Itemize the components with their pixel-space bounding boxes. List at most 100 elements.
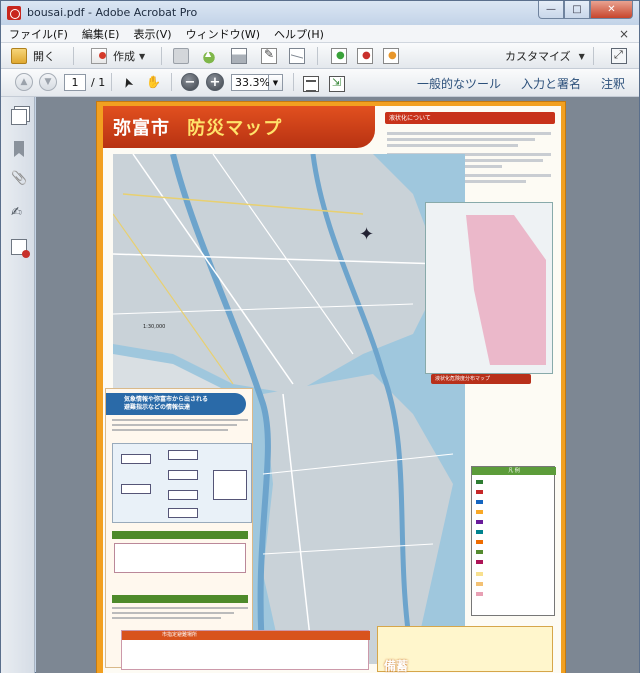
minus-icon: − <box>184 74 196 90</box>
customize-label: カスタマイズ <box>505 50 571 63</box>
map-scale: 1:30,000 <box>143 324 166 330</box>
legend-row <box>476 489 486 495</box>
send-button[interactable] <box>331 46 347 66</box>
flow-box <box>168 490 198 500</box>
attachment-icon[interactable] <box>11 173 27 189</box>
comment-pane-link[interactable]: 注釈 <box>601 75 625 92</box>
pdf-page: 弥富市 防災マップ 液状化について ✦ 1:30,000 液状化危険度分布マップ… <box>96 101 566 673</box>
create-button[interactable]: 作成 ▼ <box>91 46 145 66</box>
print-button[interactable] <box>231 46 247 66</box>
menu-bar: ファイル(F) 編集(E) 表示(V) ウィンドウ(W) ヘルプ(H) × <box>1 25 639 43</box>
menu-edit[interactable]: 編集(E) <box>82 26 120 42</box>
info-heading-bar: 気象情報や弥富市から出される 避難指示などの情報伝達 <box>106 393 246 415</box>
info-heading-line2: 避難指示などの情報伝達 <box>124 404 191 411</box>
upload-button[interactable] <box>201 46 217 66</box>
fit-page-button[interactable] <box>303 74 319 94</box>
page-content: 弥富市 防災マップ 液状化について ✦ 1:30,000 液状化危険度分布マップ… <box>103 106 561 673</box>
toolbar-divider <box>317 47 318 65</box>
zoom-dropdown-button[interactable]: ▼ <box>269 74 283 91</box>
section-heading-bar <box>112 531 248 539</box>
expand-button[interactable] <box>611 46 627 66</box>
save-icon <box>173 48 189 64</box>
email-button[interactable] <box>289 46 305 66</box>
legend-row <box>476 571 486 577</box>
print-icon <box>231 48 247 64</box>
liquefaction-heading: 液状化について <box>389 115 431 122</box>
menu-window[interactable]: ウィンドウ(W) <box>186 26 260 42</box>
menu-help[interactable]: ヘルプ(H) <box>274 26 324 42</box>
zoom-level-input[interactable]: 33.3% <box>231 74 270 91</box>
arrow-up-icon: ▲ <box>20 77 28 87</box>
open-label: 開く <box>33 50 55 63</box>
map-title-city: 弥富市 <box>113 118 170 139</box>
info-heading: 気象情報や弥富市から出される 避難指示などの情報伝達 <box>124 396 208 412</box>
cursor-icon <box>121 76 137 92</box>
maximize-button[interactable]: □ <box>564 1 590 19</box>
customize-button[interactable]: カスタマイズ ▼ <box>505 46 585 66</box>
select-tool-button[interactable] <box>121 74 137 94</box>
flow-box <box>168 508 198 518</box>
page-number-input[interactable]: 1 <box>64 74 86 91</box>
legend-row <box>476 549 486 555</box>
section-heading-bar <box>112 595 248 603</box>
chevron-down-icon: ▼ <box>139 51 146 61</box>
left-navigation-pane <box>1 97 35 673</box>
next-page-button[interactable]: ▼ <box>39 73 57 91</box>
legend-row <box>476 581 486 587</box>
acrobat-app-icon[interactable] <box>7 6 21 20</box>
legend-row <box>476 559 486 565</box>
info-flow-diagram <box>112 443 252 523</box>
signature-icon[interactable] <box>11 205 27 223</box>
expand-icon <box>611 48 627 64</box>
document-properties-icon[interactable] <box>11 239 30 258</box>
pages-thumbnail-icon[interactable] <box>11 109 27 125</box>
toolbar-divider <box>293 73 294 91</box>
page-total: / 1 <box>91 76 106 89</box>
flow-box <box>121 454 151 464</box>
create-label: 作成 <box>113 50 135 63</box>
inset-caption: 液状化危険度分布マップ <box>435 376 491 382</box>
window-controls: — □ ✕ <box>538 1 633 19</box>
mail-icon <box>289 48 305 64</box>
menu-view[interactable]: 表示(V) <box>133 26 171 42</box>
flow-box <box>213 470 247 500</box>
menu-file[interactable]: ファイル(F) <box>9 26 68 42</box>
fit-page-icon <box>303 76 319 92</box>
main-toolbar: 開く 作成 ▼ カスタマイズ ▼ <box>1 43 639 69</box>
zoom-in-button[interactable]: + <box>206 73 224 91</box>
legend-title: 凡 例 <box>472 467 556 475</box>
share-button[interactable] <box>383 46 399 66</box>
map-title: 弥富市 防災マップ <box>113 114 282 140</box>
inset-caption-bar: 液状化危険度分布マップ <box>431 374 531 384</box>
legend-row <box>476 591 486 597</box>
liquefaction-risk-area <box>466 215 546 365</box>
arrow-down-icon: ▼ <box>44 77 52 87</box>
toolbar-divider <box>73 47 74 65</box>
navigation-toolbar: ▲ ▼ 1 / 1 − + 33.3% ▼ 一般的なツール 入力と署名 注釈 <box>1 69 639 97</box>
prev-page-button[interactable]: ▲ <box>15 73 33 91</box>
flow-box <box>168 470 198 480</box>
share-icon <box>383 48 399 64</box>
minimize-button[interactable]: — <box>538 1 564 19</box>
document-viewport[interactable]: 弥富市 防災マップ 液状化について ✦ 1:30,000 液状化危険度分布マップ… <box>36 97 639 673</box>
stop-button[interactable] <box>357 46 373 66</box>
open-button[interactable]: 開く <box>11 46 55 66</box>
legend-row <box>476 499 486 505</box>
edit-button[interactable] <box>261 46 277 66</box>
fit-width-button[interactable] <box>329 74 345 94</box>
legend-row <box>476 519 486 525</box>
bookmark-icon[interactable] <box>14 141 24 157</box>
document-close-icon[interactable]: × <box>619 27 629 41</box>
fill-sign-pane-link[interactable]: 入力と署名 <box>521 75 581 92</box>
acrobat-window: bousai.pdf - Adobe Acrobat Pro — □ ✕ ファイ… <box>0 0 640 673</box>
hand-tool-button[interactable] <box>145 74 161 94</box>
info-body-text <box>112 607 248 622</box>
tools-pane-link[interactable]: 一般的なツール <box>417 75 501 92</box>
zoom-out-button[interactable]: − <box>181 73 199 91</box>
liquefaction-heading-bar: 液状化について <box>385 112 555 124</box>
legend-row <box>476 509 486 515</box>
toolbar-divider <box>593 47 594 65</box>
stockpile-title: 備蓄 <box>384 659 409 673</box>
close-button[interactable]: ✕ <box>590 1 633 19</box>
save-button[interactable] <box>173 46 189 66</box>
